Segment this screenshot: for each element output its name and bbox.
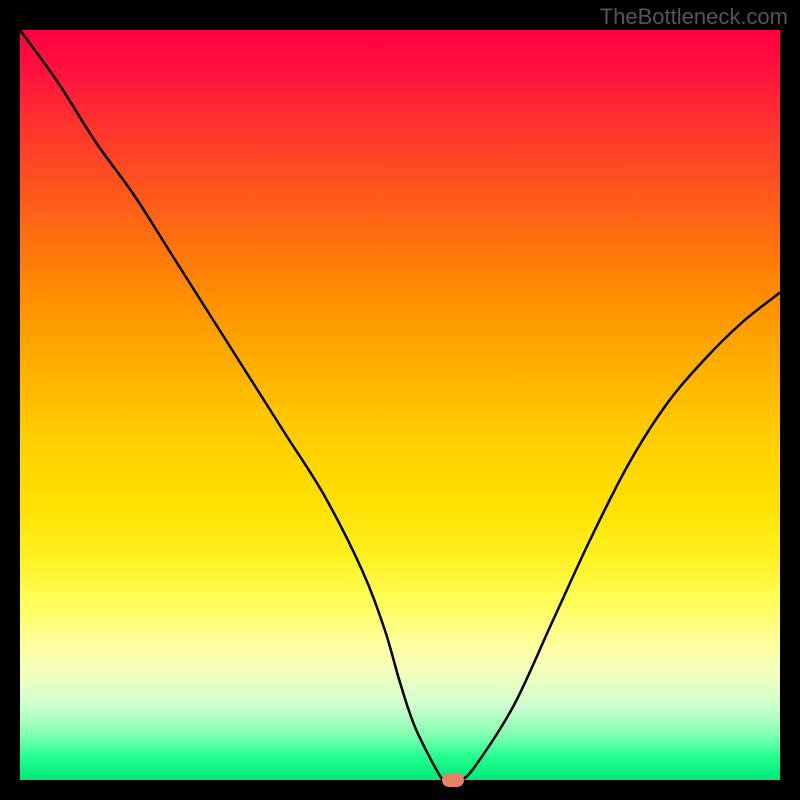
optimal-point-marker <box>442 773 464 787</box>
plot-area <box>20 30 780 780</box>
gradient-background <box>20 30 780 780</box>
watermark-text: TheBottleneck.com <box>600 4 788 30</box>
